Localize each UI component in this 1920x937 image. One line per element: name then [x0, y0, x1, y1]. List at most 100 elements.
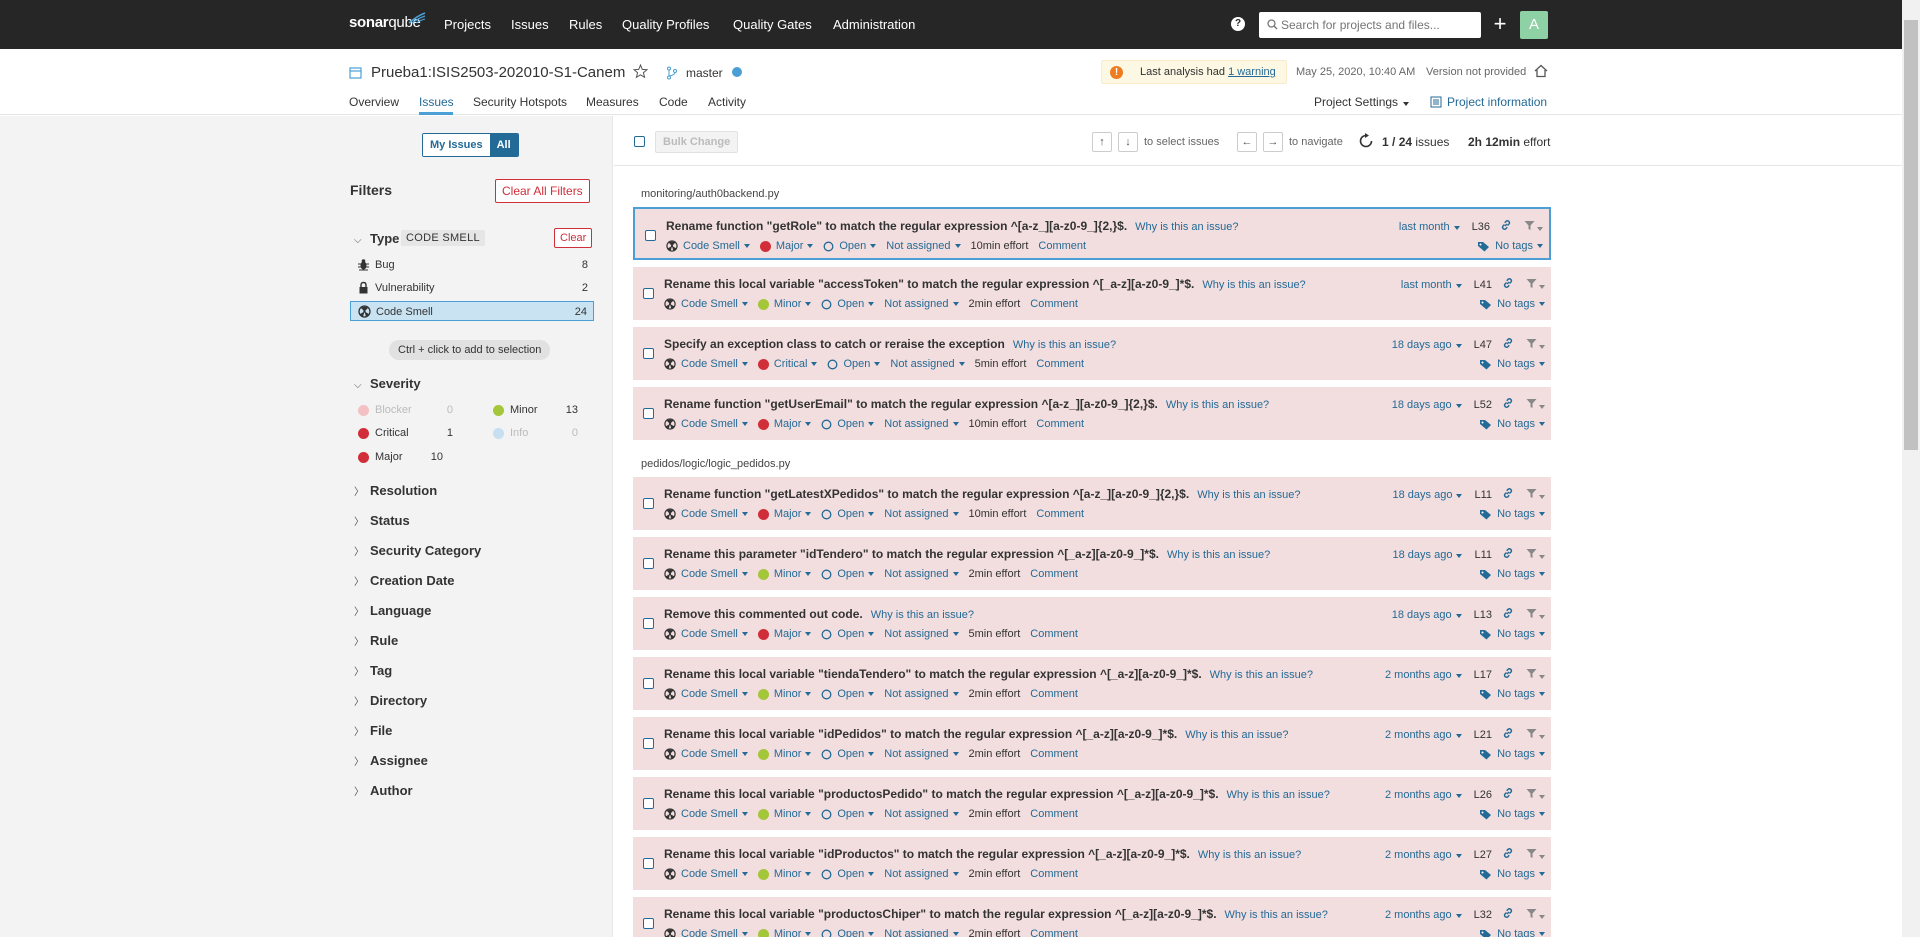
issue-line-number[interactable]: L11: [1474, 489, 1492, 501]
issue-status-dropdown[interactable]: Open: [821, 928, 875, 937]
severity-blocker[interactable]: Blocker 0: [358, 404, 456, 418]
issue-type-dropdown[interactable]: Code Smell: [664, 358, 748, 370]
why-is-this-an-issue-link[interactable]: Why is this an issue?: [1166, 399, 1269, 411]
issue-comment-link[interactable]: Comment: [1030, 808, 1078, 820]
issue-comment-link[interactable]: Comment: [1036, 508, 1084, 520]
similar-issues-filter-icon[interactable]: [1526, 908, 1545, 922]
project-name[interactable]: Prueba1:ISIS2503-202010-S1-Canem: [371, 64, 625, 81]
issue-card[interactable]: Rename function "getUserEmail" to match …: [633, 387, 1551, 440]
user-avatar[interactable]: A: [1520, 11, 1548, 39]
facet-type-bug[interactable]: Bug 8: [350, 255, 594, 275]
issue-tags-dropdown[interactable]: No tags: [1479, 688, 1545, 700]
issue-age-dropdown[interactable]: 2 months ago: [1385, 849, 1462, 861]
issue-tags-dropdown[interactable]: No tags: [1479, 868, 1545, 880]
issue-age-dropdown[interactable]: 18 days ago: [1392, 609, 1462, 621]
issue-severity-dropdown[interactable]: Major: [757, 508, 812, 520]
similar-issues-filter-icon[interactable]: [1526, 398, 1545, 412]
facet-type-vulnerability[interactable]: Vulnerability 2: [350, 278, 594, 298]
issue-status-dropdown[interactable]: Open: [821, 298, 875, 310]
issue-age-dropdown[interactable]: 2 months ago: [1385, 909, 1462, 921]
issue-tags-dropdown[interactable]: No tags: [1479, 358, 1545, 370]
facet-severity-header[interactable]: ⌵ Severity: [354, 376, 421, 391]
issue-line-number[interactable]: L13: [1474, 609, 1492, 621]
issue-tags-dropdown[interactable]: No tags: [1479, 628, 1545, 640]
issue-message[interactable]: Rename this local variable "idPedidos" t…: [664, 727, 1289, 741]
nav-projects[interactable]: Projects: [444, 17, 491, 32]
issue-assignee-dropdown[interactable]: Not assigned: [886, 240, 961, 252]
issue-age-dropdown[interactable]: last month: [1401, 279, 1462, 291]
issue-card[interactable]: Rename function "getLatestXPedidos" to m…: [633, 477, 1551, 530]
issue-tags-dropdown[interactable]: No tags: [1477, 240, 1543, 252]
facet-creation-date[interactable]: 〉 Creation Date: [354, 573, 455, 588]
why-is-this-an-issue-link[interactable]: Why is this an issue?: [871, 609, 974, 621]
issue-comment-link[interactable]: Comment: [1030, 928, 1078, 937]
facet-type-header[interactable]: ⌵ Type: [354, 231, 399, 246]
issue-checkbox[interactable]: [643, 858, 654, 869]
similar-issues-filter-icon[interactable]: [1526, 608, 1545, 622]
issue-severity-dropdown[interactable]: Minor: [757, 298, 812, 310]
help-icon[interactable]: ?: [1231, 17, 1245, 31]
permalink-icon[interactable]: [1502, 547, 1514, 562]
issue-severity-dropdown[interactable]: Minor: [757, 928, 812, 937]
issue-type-dropdown[interactable]: Code Smell: [664, 868, 748, 880]
issue-tags-dropdown[interactable]: No tags: [1479, 418, 1545, 430]
issue-message[interactable]: Rename function "getRole" to match the r…: [666, 219, 1238, 233]
issue-type-dropdown[interactable]: Code Smell: [664, 808, 748, 820]
issue-severity-dropdown[interactable]: Major: [759, 240, 814, 252]
issue-card[interactable]: Rename this local variable "productosChi…: [633, 897, 1551, 937]
issue-tags-dropdown[interactable]: No tags: [1479, 928, 1545, 937]
issue-age-dropdown[interactable]: 18 days ago: [1393, 489, 1463, 501]
issue-status-dropdown[interactable]: Open: [823, 240, 877, 252]
similar-issues-filter-icon[interactable]: [1526, 338, 1545, 352]
nav-quality-gates[interactable]: Quality Gates: [733, 17, 812, 32]
issue-card[interactable]: Rename this local variable "idPedidos" t…: [633, 717, 1551, 770]
issue-type-dropdown[interactable]: Code Smell: [664, 508, 748, 520]
issue-message[interactable]: Rename this local variable "tiendaTender…: [664, 667, 1313, 681]
severity-minor[interactable]: Minor 13: [493, 404, 588, 418]
home-icon[interactable]: [1534, 64, 1548, 78]
issue-type-dropdown[interactable]: Code Smell: [664, 568, 748, 580]
issue-card[interactable]: Rename function "getRole" to match the r…: [633, 207, 1551, 260]
warning-link[interactable]: 1 warning: [1228, 66, 1276, 78]
issue-assignee-dropdown[interactable]: Not assigned: [884, 508, 959, 520]
severity-major[interactable]: Major 10: [358, 451, 456, 465]
issue-checkbox[interactable]: [643, 918, 654, 929]
severity-info[interactable]: Info 0: [493, 427, 588, 441]
project-settings-menu[interactable]: Project Settings: [1314, 95, 1410, 109]
issue-age-dropdown[interactable]: 2 months ago: [1385, 669, 1462, 681]
issue-age-dropdown[interactable]: 18 days ago: [1392, 399, 1462, 411]
issue-tags-dropdown[interactable]: No tags: [1479, 748, 1545, 760]
permalink-icon[interactable]: [1502, 787, 1514, 802]
facet-author[interactable]: 〉 Author: [354, 783, 413, 798]
issue-type-dropdown[interactable]: Code Smell: [664, 928, 748, 937]
my-issues-button[interactable]: My Issues: [423, 134, 490, 156]
issue-severity-dropdown[interactable]: Major: [757, 418, 812, 430]
issue-card[interactable]: Rename this local variable "accessToken"…: [633, 267, 1551, 320]
clear-type-button[interactable]: Clear: [554, 228, 593, 248]
issue-assignee-dropdown[interactable]: Not assigned: [884, 628, 959, 640]
tab-activity[interactable]: Activity: [708, 95, 746, 109]
issue-age-dropdown[interactable]: 2 months ago: [1385, 729, 1462, 741]
favorite-star-icon[interactable]: [633, 64, 648, 79]
issue-age-dropdown[interactable]: last month: [1399, 221, 1460, 233]
permalink-icon[interactable]: [1502, 727, 1514, 742]
permalink-icon[interactable]: [1502, 487, 1514, 502]
permalink-icon[interactable]: [1502, 277, 1514, 292]
issue-comment-link[interactable]: Comment: [1036, 418, 1084, 430]
issue-line-number[interactable]: L32: [1474, 909, 1492, 921]
issue-assignee-dropdown[interactable]: Not assigned: [884, 568, 959, 580]
tab-measures[interactable]: Measures: [586, 95, 639, 109]
issue-checkbox[interactable]: [643, 408, 654, 419]
issue-status-dropdown[interactable]: Open: [821, 418, 875, 430]
issue-checkbox[interactable]: [643, 798, 654, 809]
issue-checkbox[interactable]: [643, 498, 654, 509]
issue-message[interactable]: Rename function "getLatestXPedidos" to m…: [664, 487, 1301, 501]
issue-checkbox[interactable]: [643, 558, 654, 569]
permalink-icon[interactable]: [1502, 847, 1514, 862]
issue-card[interactable]: Remove this commented out code. Why is th…: [633, 597, 1551, 650]
issue-card[interactable]: Rename this local variable "tiendaTender…: [633, 657, 1551, 710]
issue-line-number[interactable]: L52: [1474, 399, 1492, 411]
nav-quality-profiles[interactable]: Quality Profiles: [622, 17, 709, 32]
issue-line-number[interactable]: L27: [1474, 849, 1492, 861]
why-is-this-an-issue-link[interactable]: Why is this an issue?: [1185, 729, 1288, 741]
